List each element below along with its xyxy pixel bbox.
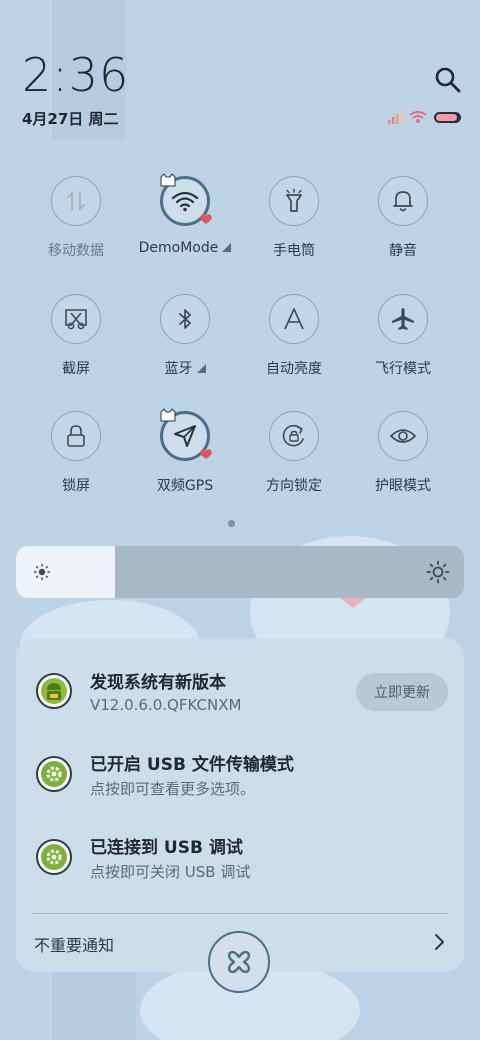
clock: 2:36 <box>22 48 130 102</box>
heart-badge-icon <box>200 214 212 224</box>
wifi-icon <box>171 191 199 212</box>
wifi-status-icon <box>409 111 427 123</box>
tile-label: DemoMode <box>130 240 240 256</box>
tile-silent[interactable]: 静音 <box>348 176 458 260</box>
page-indicator <box>228 520 251 527</box>
tile-label: 移动数据 <box>48 243 104 259</box>
bell-icon <box>393 191 413 212</box>
auto-brightness-toggle[interactable] <box>269 294 319 344</box>
eye-care-toggle[interactable] <box>378 411 428 461</box>
tile-wifi[interactable]: DemoMode <box>130 173 240 256</box>
screenshot-toggle[interactable] <box>51 294 101 344</box>
gps-icon <box>174 425 196 447</box>
battery-icon <box>434 112 461 123</box>
notification-title: 发现系统有新版本 <box>90 673 226 693</box>
auto-brightness-icon <box>284 308 304 330</box>
settings-gear-icon <box>36 756 72 792</box>
rotation-lock-toggle[interactable] <box>269 411 319 461</box>
lock-icon <box>67 425 85 447</box>
eye-icon <box>389 429 417 443</box>
tile-gps[interactable]: 双频GPS <box>130 408 240 495</box>
airplane-toggle[interactable] <box>378 294 428 344</box>
notification-subtitle: V12.0.6.0.QFKCNXM <box>90 696 242 714</box>
tile-label: 手电筒 <box>273 243 315 259</box>
screenshot-icon <box>65 309 87 330</box>
flashlight-icon <box>286 189 302 212</box>
brightness-slider[interactable] <box>16 546 464 598</box>
notification-subtitle: 点按即可查看更多选项。 <box>90 780 256 798</box>
mobile-data-icon <box>67 191 85 211</box>
notification-usb-transfer[interactable]: 已开启 USB 文件传输模式 点按即可查看更多选项。 <box>16 744 464 814</box>
tile-auto-brightness[interactable]: 自动亮度 <box>239 294 349 378</box>
settings-gear-icon <box>36 839 72 875</box>
tile-label: 蓝牙 <box>130 358 240 378</box>
brightness-high-icon <box>426 560 450 584</box>
tile-label: 锁屏 <box>62 478 90 494</box>
brightness-low-icon <box>33 563 51 581</box>
tile-flashlight[interactable]: 手电筒 <box>239 176 349 260</box>
tile-label: 自动亮度 <box>266 361 322 377</box>
notification-subtitle: 点按即可关闭 USB 调试 <box>90 863 251 881</box>
signal-icon <box>388 111 403 124</box>
tile-lock-screen[interactable]: 锁屏 <box>21 411 131 495</box>
tile-rotation-lock[interactable]: 方向锁定 <box>239 411 349 495</box>
unimportant-notifications-link[interactable]: 不重要通知 <box>34 932 114 956</box>
lock-screen-toggle[interactable] <box>51 411 101 461</box>
page-dot <box>244 520 251 527</box>
clear-all-button[interactable] <box>208 931 270 993</box>
update-now-button[interactable]: 立即更新 <box>356 673 448 711</box>
bluetooth-toggle[interactable] <box>160 294 210 344</box>
bluetooth-icon <box>179 309 191 329</box>
clear-all-icon <box>227 950 251 974</box>
tile-screenshot[interactable]: 截屏 <box>21 294 131 378</box>
tile-label: 双频GPS <box>156 478 214 494</box>
tile-label: 方向锁定 <box>266 478 322 494</box>
cat-decoration-icon <box>160 408 176 422</box>
silent-toggle[interactable] <box>378 176 428 226</box>
tile-label: 静音 <box>389 243 417 259</box>
date-label: 4月27日 周二 <box>22 110 119 128</box>
chevron-right-icon[interactable] <box>432 932 446 952</box>
page-dot-active <box>228 520 235 527</box>
system-status-icons <box>388 111 461 124</box>
flashlight-toggle[interactable] <box>269 176 319 226</box>
airplane-icon <box>392 308 414 330</box>
notification-usb-debugging[interactable]: 已连接到 USB 调试 点按即可关闭 USB 调试 <box>16 827 464 897</box>
tile-label: 截屏 <box>62 361 90 377</box>
expand-arrow-icon[interactable] <box>196 364 206 373</box>
tile-label: 护眼模式 <box>375 478 431 494</box>
notification-title: 已连接到 USB 调试 <box>90 838 243 858</box>
wifi-toggle[interactable] <box>160 173 212 226</box>
rotation-lock-icon <box>282 424 304 447</box>
gps-toggle[interactable] <box>160 408 212 461</box>
tile-airplane[interactable]: 飞行模式 <box>348 294 458 378</box>
heart-badge-icon <box>200 449 212 459</box>
expand-arrow-icon[interactable] <box>222 243 232 252</box>
tile-mobile-data[interactable]: 移动数据 <box>21 176 131 260</box>
brightness-fill <box>16 546 115 598</box>
notification-system-update[interactable]: 发现系统有新版本 V12.0.6.0.QFKCNXM 立即更新 <box>16 660 464 730</box>
notification-panel: 发现系统有新版本 V12.0.6.0.QFKCNXM 立即更新 已开启 USB … <box>16 638 464 972</box>
cat-decoration-icon <box>160 173 176 187</box>
search-icon[interactable] <box>432 64 464 96</box>
background-stripe <box>52 960 136 1040</box>
tile-label: 飞行模式 <box>375 361 431 377</box>
android-update-icon <box>36 673 72 709</box>
tile-eye-care[interactable]: 护眼模式 <box>348 411 458 495</box>
mobile-data-toggle[interactable] <box>51 176 101 226</box>
divider <box>32 913 448 914</box>
tile-bluetooth[interactable]: 蓝牙 <box>130 294 240 378</box>
notification-title: 已开启 USB 文件传输模式 <box>90 755 294 775</box>
